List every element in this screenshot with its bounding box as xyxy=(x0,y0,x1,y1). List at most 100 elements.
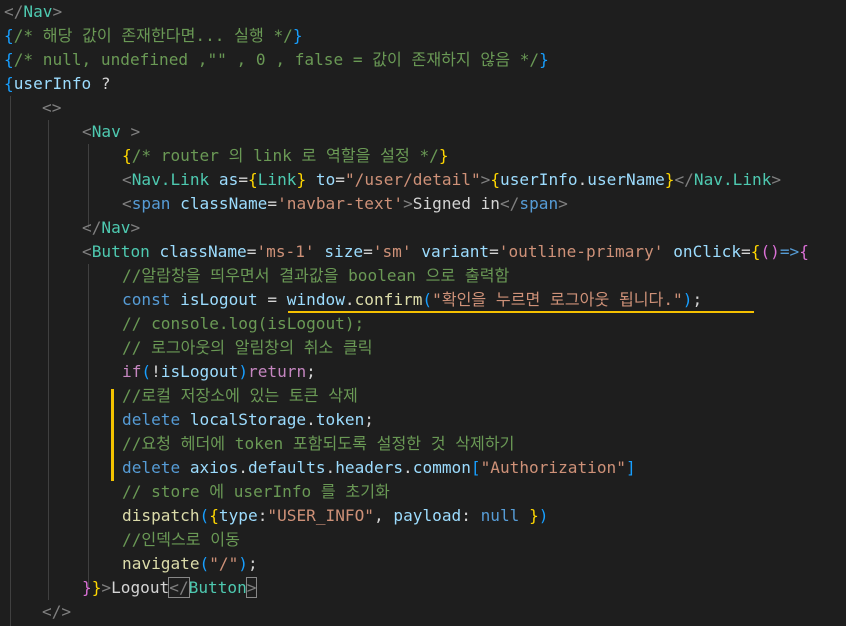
code-token: //인덱스로 이동 xyxy=(122,530,240,549)
code-token: variant xyxy=(421,242,490,261)
code-token: 'navbar-text' xyxy=(277,194,404,213)
code-token: // console.log(isLogout); xyxy=(122,314,365,333)
code-token: </> xyxy=(42,602,72,621)
code-line[interactable]: //알람창을 띄우면서 결과값을 boolean 으로 출력함 xyxy=(122,264,509,288)
code-token: userInfo xyxy=(500,170,578,189)
code-token: userInfo xyxy=(13,74,92,93)
code-token: Button xyxy=(91,242,150,261)
code-token: { xyxy=(490,170,501,189)
code-token: = xyxy=(246,242,257,261)
code-token: => xyxy=(779,242,800,261)
code-line[interactable]: dispatch({type:"USER_INFO", payload: nul… xyxy=(122,504,548,528)
code-line[interactable]: <> xyxy=(42,96,61,120)
code-line[interactable]: <Button className='ms-1' size='sm' varia… xyxy=(82,240,809,264)
code-token: Link xyxy=(257,170,297,189)
code-token: null xyxy=(480,506,520,525)
indent-guide xyxy=(88,264,89,588)
code-token: , xyxy=(373,506,394,525)
code-token: delete xyxy=(122,458,181,477)
code-token: </ xyxy=(4,2,24,21)
code-token: </ xyxy=(674,170,694,189)
code-token: onClick xyxy=(673,242,742,261)
code-editor[interactable]: </Nav> {/* 해당 값이 존재한다면... 실행 */} {/* null,… xyxy=(0,0,846,626)
code-line[interactable]: </> xyxy=(42,600,71,624)
code-token: > xyxy=(101,578,112,597)
change-marker xyxy=(111,389,114,437)
code-token: > xyxy=(120,122,141,141)
code-line[interactable]: //로컬 저장소에 있는 토큰 삭제 xyxy=(122,384,358,408)
code-line[interactable]: <Nav > xyxy=(82,120,140,144)
code-token: { xyxy=(209,506,219,525)
code-token: = xyxy=(335,170,345,189)
code-token: { xyxy=(4,74,14,93)
indent-guide xyxy=(48,120,49,600)
code-token: isLogout xyxy=(160,362,239,381)
code-line[interactable]: //인덱스로 이동 xyxy=(122,528,240,552)
code-token: return xyxy=(248,362,307,381)
code-token: < xyxy=(82,122,92,141)
code-token: to xyxy=(315,170,336,189)
code-token: Button xyxy=(188,578,247,597)
code-line[interactable]: {/* 해당 값이 존재한다면... 실행 */} xyxy=(4,24,303,48)
code-token: } xyxy=(539,50,549,69)
code-line[interactable]: navigate("/"); xyxy=(122,552,258,576)
code-token: = xyxy=(489,242,499,261)
code-token: Nav.Link xyxy=(131,170,210,189)
code-token: const xyxy=(122,290,171,309)
code-token: isLogout xyxy=(180,290,258,309)
code-token: ? xyxy=(91,74,111,93)
code-token: ! xyxy=(151,362,161,381)
code-token: Nav xyxy=(101,218,131,237)
code-line[interactable]: // console.log(isLogout); xyxy=(122,312,364,336)
code-token: ) xyxy=(538,506,549,525)
code-token: ; xyxy=(364,410,374,429)
code-token: window xyxy=(286,290,345,309)
code-token: ( xyxy=(422,290,433,309)
code-token: span xyxy=(519,194,559,213)
change-marker xyxy=(111,437,114,481)
code-token: . xyxy=(344,290,355,309)
code-line[interactable]: //요청 헤더에 token 포함되도록 설정한 것 삭제하기 xyxy=(122,432,514,456)
code-line[interactable]: delete axios.defaults.headers.common["Au… xyxy=(122,456,636,480)
code-line[interactable]: <span className='navbar-text'>Signed in<… xyxy=(122,192,568,216)
code-token: < xyxy=(122,170,132,189)
code-token: } xyxy=(292,26,303,45)
code-line[interactable]: if(!isLogout)return; xyxy=(122,360,316,384)
code-token: ; xyxy=(306,362,316,381)
code-token: { xyxy=(122,146,132,165)
code-token: . xyxy=(238,458,248,477)
code-line[interactable]: // 로그아웃의 알림창의 취소 클릭 xyxy=(122,336,373,360)
code-token: . xyxy=(403,458,413,477)
code-token: } xyxy=(82,578,92,597)
code-line[interactable]: {/* router 의 link 로 역할을 설정 */} xyxy=(122,144,449,168)
code-token: defaults xyxy=(248,458,326,477)
code-token: = xyxy=(741,242,751,261)
code-token: span xyxy=(131,194,171,213)
indent-guide xyxy=(10,96,11,626)
code-token: type xyxy=(218,506,258,525)
code-token: { xyxy=(248,170,258,189)
code-line[interactable]: const isLogout = window.confirm("확인을 누르면… xyxy=(122,288,702,312)
code-token: ; xyxy=(692,290,703,309)
code-line[interactable]: {userInfo ? xyxy=(4,72,111,96)
code-token: className xyxy=(180,194,268,213)
code-line[interactable]: </Nav> xyxy=(4,0,62,24)
code-token: /* 해당 값이 존재한다면... 실행 */ xyxy=(13,26,293,45)
code-line[interactable]: }}>Logout</Button> xyxy=(82,576,258,600)
code-line[interactable]: // store 에 userInfo 를 초기화 xyxy=(122,480,390,504)
code-token: < xyxy=(122,194,132,213)
code-token: ( xyxy=(760,242,771,261)
code-token: Nav.Link xyxy=(693,170,772,189)
code-line[interactable]: {/* null, undefined ,"" , 0 , false = 값이… xyxy=(4,48,549,72)
code-token: > xyxy=(130,218,141,237)
code-token: </ xyxy=(168,577,190,598)
code-line[interactable]: delete localStorage.token; xyxy=(122,408,374,432)
code-line[interactable]: <Nav.Link as={Link} to="/user/detail">{u… xyxy=(122,168,781,192)
code-token: size xyxy=(324,242,364,261)
code-line[interactable]: </Nav> xyxy=(82,216,140,240)
code-token: localStorage xyxy=(189,410,307,429)
